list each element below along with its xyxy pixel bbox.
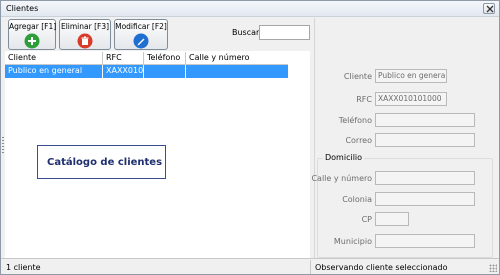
status-message: Observando cliente seleccionado	[315, 263, 448, 272]
catalog-label-box: Catálogo de clientes	[37, 145, 166, 179]
clientes-window: Clientes Agregar [F1] Eliminar [F3] Modi…	[0, 0, 500, 275]
rfc-label: RFC	[356, 95, 372, 104]
delete-button-label: Eliminar [F3]	[60, 22, 110, 31]
column-header-cliente[interactable]: Cliente	[5, 52, 103, 65]
cell-telefono	[144, 65, 186, 78]
resize-grip-icon[interactable]	[489, 264, 497, 272]
catalog-title: Catálogo de clientes	[47, 157, 163, 168]
correo-field[interactable]	[375, 133, 475, 147]
plus-icon	[24, 33, 40, 49]
colonia-field[interactable]	[375, 192, 475, 206]
column-header-rfc[interactable]: RFC	[103, 52, 144, 65]
search-input[interactable]	[259, 25, 310, 40]
search-label: Buscar	[232, 28, 260, 37]
close-icon	[486, 5, 494, 13]
column-header-calle[interactable]: Calle y número	[186, 52, 288, 65]
status-bar: 1 cliente Observando cliente seleccionad…	[1, 258, 499, 274]
telefono-label: Teléfono	[338, 116, 372, 125]
cell-calle	[186, 65, 288, 78]
cliente-field[interactable]: Publico en general	[375, 69, 447, 83]
pencil-icon	[133, 33, 149, 49]
title-bar: Clientes	[1, 1, 499, 17]
municipio-label: Municipio	[333, 237, 372, 246]
colonia-label: Colonia	[342, 195, 372, 204]
close-button[interactable]	[483, 3, 495, 14]
delete-client-button[interactable]: Eliminar [F3]	[59, 19, 111, 50]
edit-client-button[interactable]: Modificar [F2]	[114, 19, 168, 50]
trash-icon	[77, 33, 93, 49]
cell-rfc: XAXX010101000	[103, 65, 144, 78]
window-title: Clientes	[6, 4, 39, 13]
clients-list-panel: Agregar [F1] Eliminar [F3] Modificar [F2…	[5, 18, 310, 258]
toolbar: Agregar [F1] Eliminar [F3] Modificar [F2…	[5, 18, 310, 51]
column-header-telefono[interactable]: Teléfono	[144, 52, 186, 65]
cell-cliente: Publico en general	[5, 65, 103, 78]
splitter-grip[interactable]	[2, 137, 4, 153]
cp-field[interactable]	[375, 212, 409, 226]
table-header: Cliente RFC Teléfono Calle y número	[5, 52, 288, 65]
rfc-field[interactable]: XAXX010101000	[375, 92, 447, 106]
calle-field[interactable]	[375, 171, 475, 185]
client-count: 1 cliente	[6, 263, 41, 272]
edit-button-label: Modificar [F2]	[115, 22, 167, 31]
cp-label: CP	[361, 215, 372, 224]
correo-label: Correo	[345, 136, 372, 145]
municipio-field[interactable]	[375, 234, 475, 248]
cliente-label: Cliente	[343, 72, 372, 81]
table-row[interactable]: Publico en general XAXX010101000	[5, 65, 288, 78]
client-details-panel: Cliente Publico en general RFC XAXX01010…	[311, 18, 496, 258]
telefono-field[interactable]	[375, 113, 475, 127]
add-button-label: Agregar [F1]	[9, 22, 57, 31]
domicilio-title: Domicilio	[323, 153, 365, 162]
status-separator	[310, 260, 311, 274]
add-client-button[interactable]: Agregar [F1]	[8, 19, 56, 50]
calle-label: Calle y número	[311, 174, 372, 183]
